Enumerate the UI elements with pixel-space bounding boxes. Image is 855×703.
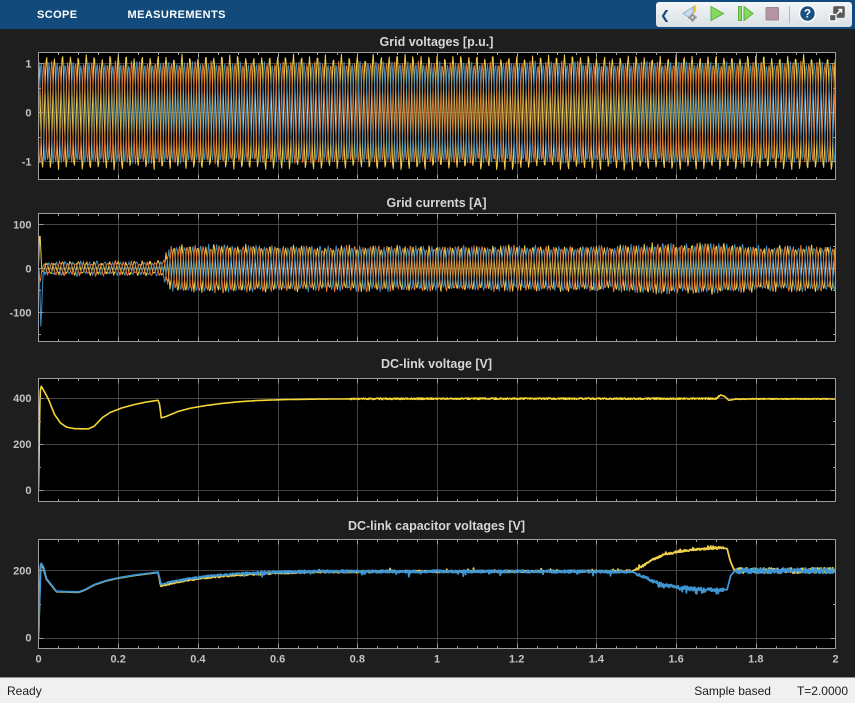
svg-text:0: 0 xyxy=(25,633,31,645)
step-back-icon xyxy=(678,3,699,27)
svg-text:100: 100 xyxy=(13,219,31,231)
stop-icon xyxy=(762,3,783,27)
run-button[interactable] xyxy=(705,4,727,26)
svg-text:200: 200 xyxy=(13,565,31,577)
run-icon xyxy=(706,3,727,27)
svg-text:?: ? xyxy=(803,8,810,20)
status-sample-mode: Sample based xyxy=(694,683,771,698)
svg-text:1.6: 1.6 xyxy=(668,654,683,666)
x-axis-labels: 0 0.2 0.4 0.6 0.8 1 1.2 1.4 1.6 1.8 2 xyxy=(35,654,838,666)
collapse-chevron-icon[interactable]: ❮ xyxy=(660,8,670,22)
svg-text:1.4: 1.4 xyxy=(589,654,605,666)
y-axis-labels: 1 0 -1 xyxy=(22,58,32,168)
svg-text:0.2: 0.2 xyxy=(111,654,126,666)
help-icon: ? xyxy=(797,3,818,27)
step-forward-icon xyxy=(734,3,755,27)
panel-grid-currents: Grid currents [A] 100 0 -100 xyxy=(0,190,855,352)
step-forward-button[interactable] xyxy=(733,4,755,26)
toolbar-actions: ❮ ? xyxy=(655,2,852,27)
svg-text:1: 1 xyxy=(434,654,440,666)
tab-measurements[interactable]: MEASUREMENTS xyxy=(128,0,226,29)
plot-dclink-capacitor-voltages[interactable]: 20000 0.2 0.4 0.6 0.8 1 1.2 1.4 1.6 1.8 2 xyxy=(0,513,855,677)
svg-text:200: 200 xyxy=(13,439,31,451)
tab-scope[interactable]: SCOPE xyxy=(37,0,78,29)
panel-dclink-capacitor-voltages: DC-link capacitor voltages [V] 200 0 0 0.2 0… xyxy=(0,513,855,677)
y-axis-labels: 400 200 0 xyxy=(13,393,31,497)
dock-button[interactable] xyxy=(824,4,846,26)
svg-text:0.6: 0.6 xyxy=(270,654,285,666)
step-back-button[interactable] xyxy=(677,4,699,26)
status-sim-time: T=2.0000 xyxy=(796,683,848,698)
panel-grid-voltages: Grid voltages [p.u.] 1 0 -1 xyxy=(0,29,855,191)
status-bar: Ready Sample based T=2.0000 xyxy=(0,677,855,703)
scope-window: SCOPE MEASUREMENTS ❮ ? Grid voltages [p.… xyxy=(0,0,855,703)
plot-dclink-voltage[interactable]: 400 200 0 xyxy=(0,351,855,513)
svg-text:-100: -100 xyxy=(9,307,31,319)
panel-dclink-voltage: DC-link voltage [V] 400 200 0 xyxy=(0,351,855,514)
svg-text:1.8: 1.8 xyxy=(748,654,763,666)
svg-text:0: 0 xyxy=(25,107,31,119)
svg-text:2: 2 xyxy=(832,654,838,666)
status-ready: Ready xyxy=(7,683,42,698)
help-button[interactable]: ? xyxy=(796,4,818,26)
svg-text:1.2: 1.2 xyxy=(509,654,524,666)
toolbar-divider xyxy=(789,6,790,23)
plot-grid-voltages[interactable]: 1 0 -1 xyxy=(0,29,855,190)
y-axis-labels: 100 0 -100 xyxy=(9,219,31,319)
svg-text:400: 400 xyxy=(13,393,31,405)
svg-text:0.8: 0.8 xyxy=(350,654,365,666)
plot-grid-currents[interactable]: 100 0 -100 xyxy=(0,190,855,351)
svg-text:-1: -1 xyxy=(22,156,32,168)
y-axis-labels: 2000 xyxy=(13,565,31,644)
svg-text:0: 0 xyxy=(25,485,31,497)
svg-text:0: 0 xyxy=(25,263,31,275)
svg-text:0.4: 0.4 xyxy=(190,654,206,666)
stop-button[interactable] xyxy=(761,4,783,26)
svg-text:1: 1 xyxy=(25,58,31,70)
dock-icon xyxy=(825,3,846,27)
svg-text:0: 0 xyxy=(35,654,41,666)
toolbar: SCOPE MEASUREMENTS ❮ ? xyxy=(0,0,855,29)
